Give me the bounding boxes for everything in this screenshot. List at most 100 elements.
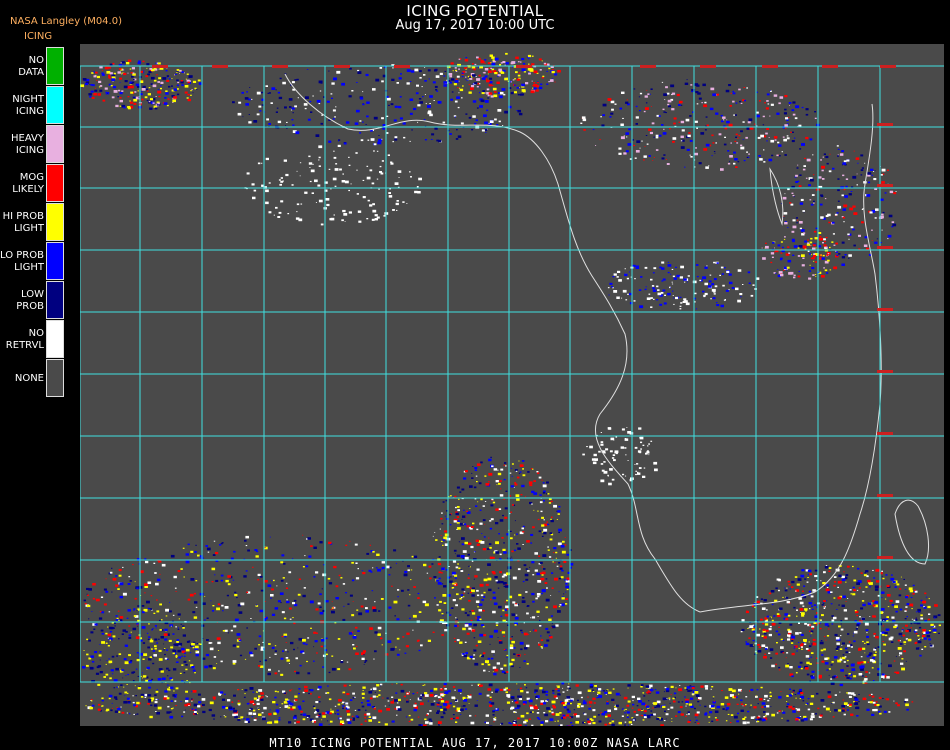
icing-speck (751, 605, 755, 607)
icing-speck (665, 687, 670, 691)
icing-speck (217, 650, 220, 651)
icing-speck (187, 93, 190, 96)
icing-speck (888, 664, 892, 668)
legend-item: HI PROB LIGHT (0, 203, 66, 242)
icing-speck (491, 61, 493, 63)
icing-speck (165, 92, 169, 95)
icing-speck (489, 696, 492, 698)
icing-speck (801, 612, 805, 615)
icing-speck (355, 152, 358, 154)
icing-speck (226, 594, 229, 597)
icing-speck (520, 690, 524, 693)
icing-speck (813, 174, 815, 176)
icing-speck (457, 509, 460, 512)
icing-speck (377, 633, 381, 636)
icing-speck (853, 694, 856, 696)
icing-speck (806, 673, 810, 676)
icing-speck (515, 603, 517, 605)
icing-speck (370, 688, 372, 690)
icing-speck (734, 114, 737, 116)
icing-speck (458, 92, 460, 94)
icing-speck (416, 84, 419, 87)
icing-speck (553, 552, 555, 553)
icing-speck (120, 706, 122, 708)
icing-speck (318, 159, 320, 161)
icing-speck (488, 70, 492, 73)
icing-speck (836, 609, 838, 610)
icing-speck (373, 143, 377, 146)
icing-speck (624, 447, 627, 449)
icing-speck (101, 611, 105, 614)
icing-speck (388, 574, 391, 576)
icing-speck (449, 81, 452, 84)
icing-speck (676, 274, 680, 278)
icing-speck (661, 124, 664, 126)
icing-speck (789, 688, 792, 690)
icing-speck (265, 85, 268, 87)
icing-speck (765, 132, 768, 135)
icing-speck (456, 75, 460, 78)
icing-speck (608, 482, 612, 486)
icing-speck (495, 624, 499, 626)
icing-speck (528, 71, 530, 73)
icing-speck (426, 572, 429, 574)
icing-speck (551, 622, 553, 624)
icing-speck (823, 267, 825, 269)
icing-speck (319, 200, 321, 202)
icing-speck (799, 632, 802, 634)
icing-speck (799, 221, 803, 224)
icing-speck (271, 646, 275, 649)
icing-speck (443, 75, 446, 77)
icing-speck (334, 116, 336, 118)
icing-speck (873, 654, 877, 657)
icing-speck (549, 718, 554, 721)
icing-speck (609, 722, 612, 724)
icing-speck (294, 722, 296, 724)
icing-speck (152, 84, 157, 88)
icing-speck (638, 289, 642, 291)
icing-speck (111, 591, 113, 593)
icing-speck (342, 707, 345, 710)
icing-speck (792, 710, 796, 713)
icing-speck (332, 177, 337, 181)
icing-map (80, 44, 944, 726)
icing-speck (213, 540, 216, 542)
icing-speck (142, 85, 146, 89)
icing-speck (740, 631, 743, 633)
icing-speck (764, 102, 766, 104)
icing-speck (893, 192, 897, 195)
icing-speck (493, 94, 498, 98)
icing-speck (157, 706, 162, 710)
icing-speck (451, 696, 455, 699)
icing-speck (788, 117, 790, 118)
icing-speck (396, 714, 398, 716)
icing-speck (796, 167, 799, 169)
icing-speck (521, 83, 525, 87)
icing-speck (371, 218, 375, 221)
icing-speck (691, 91, 693, 93)
icing-speck (368, 569, 372, 572)
icing-speck (751, 628, 755, 631)
icing-speck (325, 712, 327, 714)
icing-speck (274, 672, 278, 675)
icing-speck (463, 477, 467, 480)
icing-speck (497, 469, 499, 471)
icing-speck (786, 119, 789, 122)
icing-speck (814, 615, 818, 618)
icing-speck (695, 716, 697, 718)
icing-speck (864, 162, 866, 164)
icing-speck (722, 284, 725, 287)
icing-speck (849, 677, 852, 680)
icing-speck (778, 144, 782, 147)
icing-speck (778, 626, 780, 628)
icing-speck (814, 575, 818, 578)
icing-speck (762, 124, 765, 126)
icing-speck (232, 579, 235, 581)
icing-speck (624, 268, 626, 270)
icing-speck (872, 709, 876, 712)
icing-speck (938, 624, 941, 627)
icing-speck (628, 128, 631, 131)
icing-speck (811, 600, 813, 601)
icing-speck (838, 253, 841, 255)
icing-speck (343, 213, 348, 216)
